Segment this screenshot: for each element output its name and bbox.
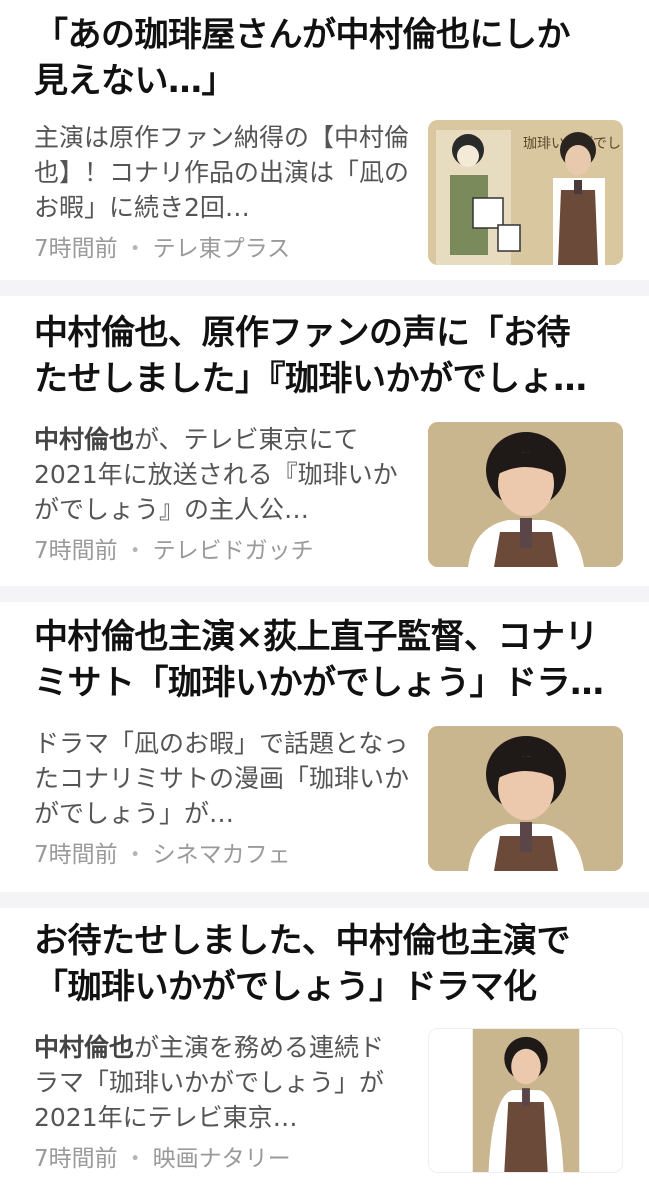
article-title-line[interactable]: 見えない…」 bbox=[34, 58, 619, 104]
meta-separator: ・ bbox=[123, 538, 147, 564]
article-snippet-highlight: 中村倫也 bbox=[34, 1033, 135, 1062]
article-snippet: 主演は原作ファン納得の【中村倫也】！コナリ作品の出演は「凪のお暇」に続き2回… bbox=[34, 123, 409, 222]
meta-separator: ・ bbox=[123, 1146, 147, 1172]
portrait-photo bbox=[428, 726, 623, 871]
article-time: 7時間前 bbox=[34, 538, 118, 564]
article-card[interactable]: 中村倫也主演×荻上直子監督、コナリ ミサト「珈琲いかがでしょう」ドラ… ドラマ「… bbox=[0, 602, 649, 892]
article-time: 7時間前 bbox=[34, 1146, 118, 1172]
article-title-line[interactable]: お待たせしました、中村倫也主演で bbox=[34, 918, 619, 964]
news-feed: 「あの珈琲屋さんが中村倫也にしか 見えない…」 主演は原作ファン納得の【中村倫也… bbox=[0, 0, 649, 1200]
article-title-line[interactable]: 「あの珈琲屋さんが中村倫也にしか bbox=[34, 12, 619, 58]
article-meta: 7時間前・映画ナタリー bbox=[34, 1144, 291, 1174]
article-source[interactable]: テレ東プラス bbox=[153, 236, 291, 262]
article-thumbnail[interactable] bbox=[428, 726, 623, 871]
article-title-line[interactable]: 中村倫也、原作ファンの声に「お待 bbox=[34, 310, 619, 356]
article-source[interactable]: シネマカフェ bbox=[153, 842, 291, 868]
article-time: 7時間前 bbox=[34, 842, 118, 868]
article-title-line[interactable]: たせしました」『珈琲いかがでしょ… bbox=[34, 356, 619, 402]
meta-separator: ・ bbox=[123, 842, 147, 868]
article-card[interactable]: お待たせしました、中村倫也主演で 「珈琲いかがでしょう」ドラマ化 中村倫也が主演… bbox=[0, 908, 649, 1200]
article-meta: 7時間前・シネマカフェ bbox=[34, 840, 291, 870]
article-thumbnail[interactable]: 珈琲いかがでしょう bbox=[428, 120, 623, 265]
article-snippet-highlight: 中村倫也 bbox=[34, 425, 135, 454]
article-time: 7時間前 bbox=[34, 236, 118, 262]
article-source[interactable]: 映画ナタリー bbox=[153, 1146, 291, 1172]
article-title-line[interactable]: 中村倫也主演×荻上直子監督、コナリ bbox=[34, 614, 619, 660]
article-thumbnail[interactable] bbox=[428, 422, 623, 567]
article-meta: 7時間前・テレ東プラス bbox=[34, 234, 290, 264]
manga-cover-image: 珈琲いかがでしょう bbox=[428, 120, 623, 265]
article-snippet: 中村倫也が主演を務める連続ドラマ「珈琲いかがでしょう」が2021年にテレビ東京… bbox=[34, 1030, 409, 1138]
article-meta: 7時間前・テレビドガッチ bbox=[34, 536, 314, 566]
portrait-photo bbox=[428, 422, 623, 567]
article-thumbnail[interactable] bbox=[428, 1028, 623, 1173]
meta-separator: ・ bbox=[123, 236, 147, 262]
article-snippet: 中村倫也が、テレビ東京にて2021年に放送される『珈琲いかがでしょう』の主人公… bbox=[34, 422, 409, 530]
article-card[interactable]: 中村倫也、原作ファンの声に「お待 たせしました」『珈琲いかがでしょ… 中村倫也が… bbox=[0, 296, 649, 586]
article-title-line[interactable]: ミサト「珈琲いかがでしょう」ドラ… bbox=[34, 660, 619, 706]
article-source[interactable]: テレビドガッチ bbox=[153, 538, 314, 564]
article-snippet: ドラマ「凪のお暇」で話題となったコナリミサトの漫画「珈琲いかがでしょう」が… bbox=[34, 729, 409, 828]
portrait-photo bbox=[429, 1029, 622, 1172]
article-card[interactable]: 「あの珈琲屋さんが中村倫也にしか 見えない…」 主演は原作ファン納得の【中村倫也… bbox=[0, 0, 649, 280]
article-title-line[interactable]: 「珈琲いかがでしょう」ドラマ化 bbox=[34, 964, 619, 1010]
